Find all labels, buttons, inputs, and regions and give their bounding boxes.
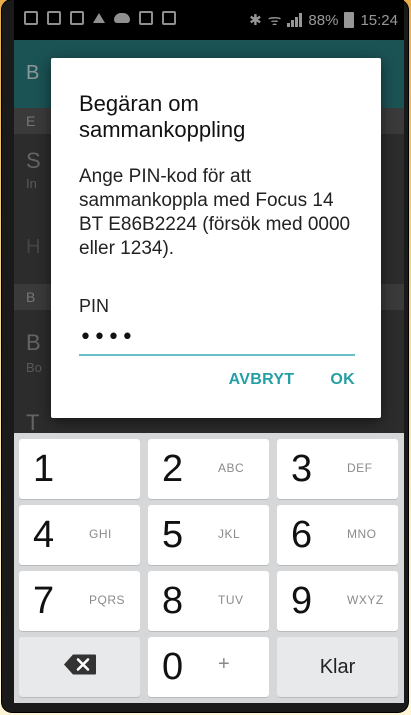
key-1[interactable]: 1 — [19, 439, 140, 499]
key-letters: PQRS — [89, 593, 126, 607]
backspace-key[interactable] — [19, 637, 140, 697]
key-letters: GHI — [89, 527, 112, 541]
screen: ✱ ᯤ 88% 15:24 B E S In H B B Bo T Begära… — [14, 0, 404, 703]
key-7[interactable]: 7 PQRS — [19, 571, 140, 631]
numeric-keypad: 1 2 ABC 3 DEF 4 GHI 5 JKL 6 MNO 7 PQRS 8… — [14, 433, 404, 703]
key-4[interactable]: 4 GHI — [19, 505, 140, 565]
key-digit: 3 — [291, 448, 313, 490]
pin-input[interactable] — [79, 320, 355, 356]
pin-label: PIN — [79, 296, 110, 316]
key-letters: JKL — [218, 527, 241, 541]
key-3[interactable]: 3 DEF — [277, 439, 398, 499]
key-5[interactable]: 5 JKL — [148, 505, 269, 565]
key-digit: 0 — [162, 646, 184, 688]
done-key[interactable]: Klar — [277, 637, 398, 697]
dialog-title: Begäran om sammankoppling — [79, 91, 246, 142]
key-6[interactable]: 6 MNO — [277, 505, 398, 565]
key-8[interactable]: 8 TUV — [148, 571, 269, 631]
key-digit: 1 — [33, 448, 55, 490]
done-label: Klar — [319, 656, 356, 678]
key-digit: 9 — [291, 580, 313, 622]
backspace-icon — [63, 654, 97, 681]
key-plus: + — [218, 653, 230, 675]
ok-button[interactable]: OK — [330, 371, 355, 389]
dialog-message: Ange PIN-kod för att sammankoppla med Fo… — [79, 166, 351, 259]
keypad-grid: 1 2 ABC 3 DEF 4 GHI 5 JKL 6 MNO 7 PQRS 8… — [19, 439, 398, 697]
key-digit: 4 — [33, 514, 55, 556]
key-letters: DEF — [347, 461, 373, 475]
key-0[interactable]: 0 + — [148, 637, 269, 697]
key-letters: MNO — [347, 527, 377, 541]
key-digit: 2 — [162, 448, 184, 490]
dialog-actions: AVBRYT OK — [229, 371, 355, 389]
key-letters: ABC — [218, 461, 245, 475]
key-digit: 8 — [162, 580, 184, 622]
key-letters: TUV — [218, 593, 244, 607]
key-digit: 5 — [162, 514, 184, 556]
key-2[interactable]: 2 ABC — [148, 439, 269, 499]
key-digit: 6 — [291, 514, 313, 556]
phone-frame: ✱ ᯤ 88% 15:24 B E S In H B B Bo T Begära… — [2, 0, 408, 712]
key-letters: WXYZ — [347, 593, 384, 607]
key-digit: 7 — [33, 580, 55, 622]
pairing-dialog: Begäran om sammankoppling Ange PIN-kod f… — [51, 58, 381, 418]
key-9[interactable]: 9 WXYZ — [277, 571, 398, 631]
cancel-button[interactable]: AVBRYT — [229, 371, 295, 389]
